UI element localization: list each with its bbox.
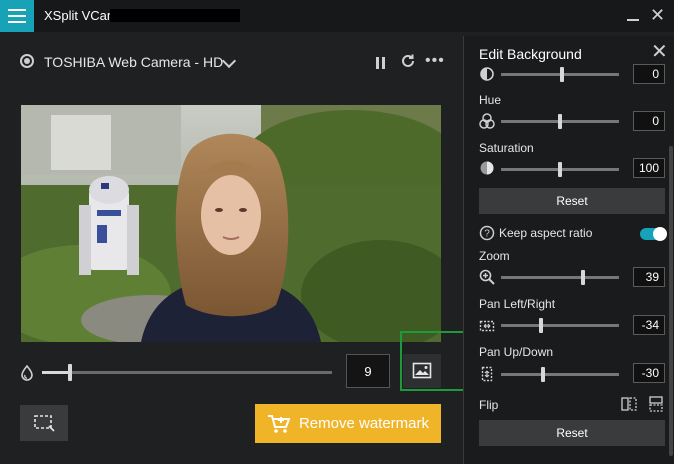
pause-icon[interactable] xyxy=(375,57,386,69)
hue-label: Hue xyxy=(479,93,502,107)
zoom-slider-thumb[interactable] xyxy=(581,270,585,285)
reset-transform-button[interactable]: Reset xyxy=(479,420,665,446)
pan-up-down-slider[interactable] xyxy=(501,367,619,382)
title-bar: XSplit VCam ✕ xyxy=(0,0,674,32)
svg-text:?: ? xyxy=(484,229,490,240)
top-slider[interactable] xyxy=(501,67,619,82)
flip-horizontal-icon[interactable] xyxy=(621,397,637,411)
zoom-slider[interactable] xyxy=(501,270,619,285)
pan-left-right-slider[interactable] xyxy=(501,318,619,333)
saturation-icon xyxy=(480,161,494,175)
camera-bar: TOSHIBA Web Camera - HD ••• xyxy=(0,44,462,78)
more-options-icon[interactable]: ••• xyxy=(425,52,445,70)
blur-slider-thumb[interactable] xyxy=(68,364,72,381)
help-icon[interactable]: ? xyxy=(479,225,495,241)
change-background-button[interactable] xyxy=(403,354,441,388)
minimize-icon[interactable] xyxy=(626,8,640,24)
top-value-field[interactable]: 0 xyxy=(633,64,665,84)
saturation-value-field[interactable]: 100 xyxy=(633,158,665,178)
keep-aspect-ratio-label: Keep aspect ratio xyxy=(499,226,593,240)
blur-slider-fill xyxy=(42,371,68,374)
pan-left-right-value-field[interactable]: -34 xyxy=(633,315,665,335)
pan-horizontal-icon xyxy=(479,320,495,332)
saturation-slider-thumb[interactable] xyxy=(558,162,562,177)
panel-scrollbar[interactable] xyxy=(669,146,673,456)
pan-left-right-slider-thumb[interactable] xyxy=(539,318,543,333)
zoom-value-field[interactable]: 39 xyxy=(633,267,665,287)
pan-up-down-value-field[interactable]: -30 xyxy=(633,363,665,383)
crop-button[interactable] xyxy=(20,405,68,441)
app-title: XSplit VCam xyxy=(44,8,118,23)
hue-slider-thumb[interactable] xyxy=(558,114,562,129)
edit-background-panel: Edit Background ✕ 0 Hue 0 Saturation 100… xyxy=(463,36,674,464)
remove-watermark-button[interactable]: Remove watermark xyxy=(255,404,441,443)
webcam-icon xyxy=(20,54,34,68)
flip-label: Flip xyxy=(479,398,499,412)
blur-value-field[interactable]: 9 xyxy=(346,354,390,388)
remove-watermark-label: Remove watermark xyxy=(298,415,430,432)
zoom-icon xyxy=(479,269,495,285)
blur-drop-icon xyxy=(21,365,33,381)
chevron-down-icon[interactable] xyxy=(221,53,237,69)
flip-vertical-icon[interactable] xyxy=(649,396,663,412)
camera-selector[interactable]: TOSHIBA Web Camera - HD xyxy=(44,54,223,70)
cart-icon xyxy=(267,414,291,433)
saturation-slider[interactable] xyxy=(501,162,619,177)
panel-title: Edit Background xyxy=(479,46,582,62)
camera-preview xyxy=(21,105,441,342)
hue-slider[interactable] xyxy=(501,114,619,129)
pan-up-down-label: Pan Up/Down xyxy=(479,345,554,359)
hue-value-field[interactable]: 0 xyxy=(633,111,665,131)
zoom-label: Zoom xyxy=(479,249,510,263)
close-window-icon[interactable]: ✕ xyxy=(650,6,665,24)
contrast-icon xyxy=(480,67,494,81)
redacted-area xyxy=(110,9,240,22)
close-panel-icon[interactable]: ✕ xyxy=(651,42,668,62)
top-slider-thumb[interactable] xyxy=(560,67,564,82)
hue-icon xyxy=(479,113,495,129)
image-icon xyxy=(412,362,432,379)
refresh-icon[interactable] xyxy=(400,53,416,69)
pan-left-right-label: Pan Left/Right xyxy=(479,297,556,311)
pan-up-down-slider-thumb[interactable] xyxy=(541,367,545,382)
blur-slider[interactable] xyxy=(42,364,332,381)
saturation-label: Saturation xyxy=(479,141,534,155)
keep-aspect-ratio-toggle[interactable] xyxy=(640,227,667,241)
pan-vertical-icon xyxy=(481,366,493,382)
reset-color-button[interactable]: Reset xyxy=(479,188,665,214)
crop-icon xyxy=(34,415,55,432)
menu-icon[interactable] xyxy=(0,0,34,32)
